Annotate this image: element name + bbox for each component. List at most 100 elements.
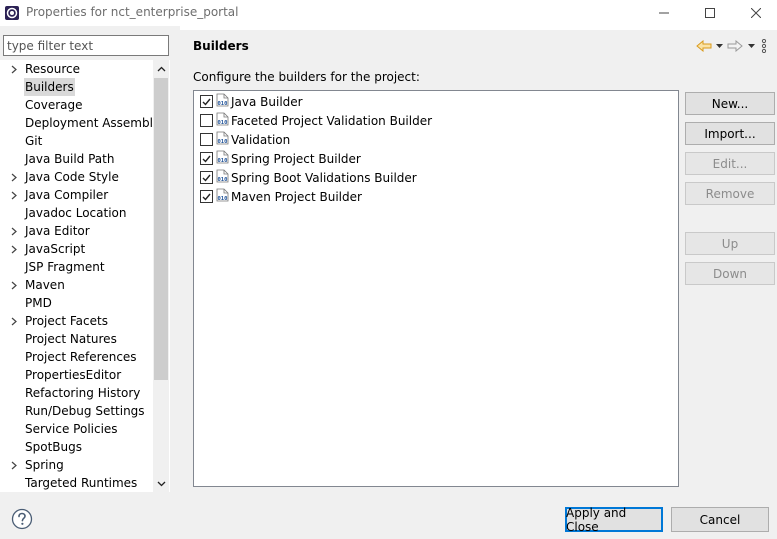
tree-item[interactable]: Spring [0, 456, 154, 474]
tree-item[interactable]: Resource [0, 60, 154, 78]
tree-item[interactable]: Project Natures [0, 330, 154, 348]
builder-row[interactable]: 010 Faceted Project Validation Builder [200, 111, 432, 130]
builder-checkbox[interactable] [200, 190, 213, 203]
edit-button[interactable]: Edit... [685, 152, 775, 175]
cancel-button[interactable]: Cancel [671, 507, 769, 532]
tree-item[interactable]: Java Build Path [0, 150, 154, 168]
forward-dropdown-button[interactable] [745, 38, 757, 54]
tree-item[interactable]: Java Editor [0, 222, 154, 240]
maximize-icon [705, 8, 715, 18]
up-button[interactable]: Up [685, 232, 775, 255]
builder-row[interactable]: 010 Spring Project Builder [200, 149, 361, 168]
close-button[interactable] [733, 0, 777, 26]
property-pages-tree: Resource Builders Coverage Deployment Assem… [0, 60, 170, 492]
tree-item[interactable]: Project References [0, 348, 154, 366]
scroll-down-button[interactable] [153, 475, 169, 492]
builder-checkbox[interactable] [200, 95, 213, 108]
dropdown-arrow-icon [715, 44, 723, 48]
tree-item[interactable]: Run/Debug Settings [0, 402, 154, 420]
builder-row[interactable]: 010 Spring Boot Validations Builder [200, 168, 417, 187]
builder-row[interactable]: 010 Java Builder [200, 92, 303, 111]
checkmark-icon [202, 174, 211, 182]
window-title: Properties for nct_enterprise_portal [26, 5, 239, 19]
tree-item[interactable]: Git [0, 132, 154, 150]
chevron-up-icon [157, 66, 165, 71]
minimize-icon [659, 12, 669, 14]
new-button[interactable]: New... [685, 92, 775, 115]
chevron-right-icon[interactable] [8, 186, 20, 204]
tree-item[interactable]: Deployment Assembly [0, 114, 160, 132]
builder-label: Validation [231, 132, 291, 147]
back-dropdown-button[interactable] [713, 38, 725, 54]
chevron-right-icon[interactable] [8, 240, 20, 258]
builder-icon: 010 [216, 169, 231, 186]
checkmark-icon [202, 98, 211, 106]
tree-item[interactable]: Builders [0, 78, 154, 96]
builder-icon: 010 [216, 93, 231, 110]
tree-item[interactable]: PMD [0, 294, 154, 312]
tree-item-label: Git [25, 134, 43, 148]
svg-text:010: 010 [218, 120, 228, 126]
builder-label: Spring Project Builder [231, 151, 361, 166]
tree-scrollbar[interactable] [153, 60, 169, 492]
tree-item[interactable]: JSP Fragment [0, 258, 154, 276]
help-icon[interactable] [11, 508, 33, 530]
page-title: Builders [193, 39, 249, 53]
tree-item[interactable]: Javadoc Location [0, 204, 154, 222]
tree-item[interactable]: Targeted Runtimes [0, 474, 154, 492]
tree-item[interactable]: JavaScript [0, 240, 154, 258]
import-button[interactable]: Import... [685, 122, 775, 145]
tree-item[interactable]: Service Policies [0, 420, 154, 438]
tree-item-label: Refactoring History [25, 386, 141, 400]
dropdown-arrow-icon [747, 44, 755, 48]
scrollbar-thumb[interactable] [154, 78, 168, 380]
tree-item[interactable]: Maven [0, 276, 154, 294]
tree-item-label: Project References [25, 350, 137, 364]
tree-item-label: Run/Debug Settings [25, 404, 145, 418]
tree-item-label: Project Facets [25, 314, 108, 328]
filter-input[interactable] [3, 35, 169, 56]
svg-text:010: 010 [218, 196, 228, 202]
down-button[interactable]: Down [685, 262, 775, 285]
minimize-button[interactable] [641, 0, 687, 26]
tree-item-label: Javadoc Location [25, 206, 127, 220]
builder-icon: 010 [216, 150, 231, 167]
forward-button[interactable] [725, 38, 745, 54]
builder-row[interactable]: 010 Maven Project Builder [200, 187, 362, 206]
chevron-right-icon[interactable] [8, 312, 20, 330]
tree-item[interactable]: Refactoring History [0, 384, 154, 402]
scroll-up-button[interactable] [153, 60, 169, 77]
builder-checkbox[interactable] [200, 114, 213, 127]
svg-text:010: 010 [218, 139, 228, 145]
tree-item[interactable]: SpotBugs [0, 438, 154, 456]
apply-and-close-button[interactable]: Apply and Close [565, 506, 663, 534]
view-menu-button[interactable] [757, 38, 771, 54]
builder-label: Spring Boot Validations Builder [231, 170, 417, 185]
tree-item[interactable]: Java Compiler [0, 186, 154, 204]
tree-item-label: Resource [25, 62, 81, 76]
builder-row[interactable]: 010 Validation [200, 130, 290, 149]
chevron-right-icon[interactable] [8, 456, 20, 474]
remove-button[interactable]: Remove [685, 182, 775, 205]
chevron-right-icon[interactable] [8, 60, 20, 78]
tree-item[interactable]: PropertiesEditor [0, 366, 154, 384]
chevron-right-icon[interactable] [8, 276, 20, 294]
builder-icon: 010 [216, 112, 231, 129]
tree-item[interactable]: Java Code Style [0, 168, 154, 186]
back-button[interactable] [695, 38, 713, 54]
maximize-button[interactable] [687, 0, 733, 26]
tree-item[interactable]: Project Facets [0, 312, 154, 330]
page-description: Configure the builders for the project: [193, 70, 420, 84]
tree-item-label: Maven [25, 278, 65, 292]
tree-item[interactable]: Coverage [0, 96, 154, 114]
builder-checkbox[interactable] [200, 171, 213, 184]
svg-text:010: 010 [218, 177, 228, 183]
chevron-right-icon[interactable] [8, 168, 20, 186]
chevron-right-icon[interactable] [8, 222, 20, 240]
builders-list: 010 Java Builder 010 Faceted Project Valida… [193, 90, 679, 487]
builder-checkbox[interactable] [200, 152, 213, 165]
tree-item-label: Service Policies [25, 422, 118, 436]
page-navigation [695, 38, 771, 54]
builder-checkbox[interactable] [200, 133, 213, 146]
tree-item-label: SpotBugs [25, 440, 82, 454]
